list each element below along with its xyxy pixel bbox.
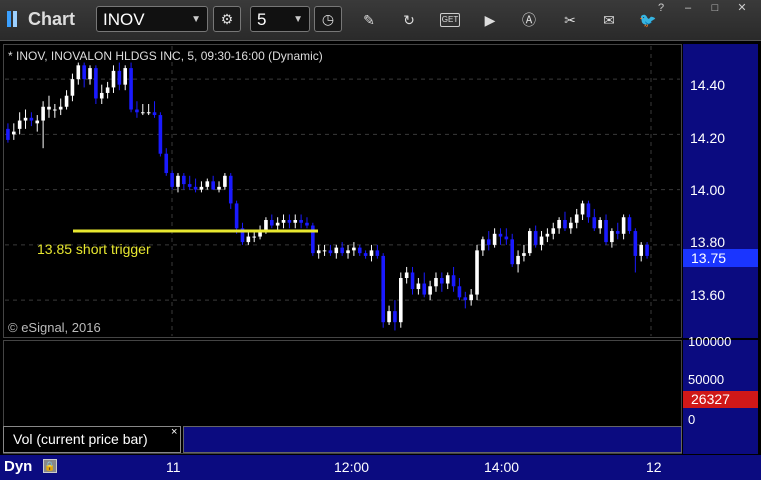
lock-icon[interactable]: 🔒 [43,459,57,473]
alert-icon[interactable]: Ⓐ [520,11,538,29]
maximize-button[interactable]: □ [708,2,722,14]
price-plot[interactable] [3,44,682,338]
close-button[interactable]: ✕ [735,2,749,14]
dynamic-mode-label[interactable]: Dyn [4,458,32,475]
settings-icon: ⚙ [220,11,234,27]
time-tick: 11 [166,459,181,475]
price-tick: 14.40 [690,77,726,93]
get-icon[interactable]: GET [440,13,460,27]
last-volume-label: 26327 [683,391,758,408]
trigger-annotation: 13.85 short trigger [37,241,151,257]
watermark: © eSignal, 2016 [8,320,101,335]
settings-button[interactable]: ⚙ [213,6,241,32]
chart-window: Chart INOV ▼ ⚙ 5 ▼ ◷ ✎ ↻ GET ▶ Ⓐ ✂ ✉ 🐦 ?… [0,0,761,480]
volume-study-bar [183,426,682,453]
play-icon[interactable]: ▶ [481,11,499,29]
interval-input[interactable]: 5 ▼ [250,6,310,32]
refresh-icon[interactable]: ↻ [400,11,418,29]
price-tick: 14.20 [690,130,726,146]
chevron-down-icon[interactable]: ▼ [191,7,201,33]
volume-study-label[interactable]: Vol (current price bar) [3,426,181,453]
pencil-icon[interactable]: ✎ [360,11,378,29]
volume-tick: 100000 [688,334,732,349]
chat-icon[interactable]: ✉ [600,11,618,29]
price-tick: 13.80 [690,234,726,250]
clock-button[interactable]: ◷ [314,6,342,32]
close-icon[interactable]: × [171,426,177,438]
minimize-button[interactable]: – [681,2,695,14]
symbol-input[interactable]: INOV ▼ [96,6,208,32]
help-button[interactable]: ? [654,2,668,14]
symbol-value: INOV [103,10,145,29]
volume-tick: 50000 [688,372,725,387]
interval-value: 5 [257,10,267,29]
price-tick: 14.00 [690,182,726,198]
time-tick: 14:00 [484,459,520,475]
time-tick: 12 [646,459,662,475]
toolbar: Chart INOV ▼ ⚙ 5 ▼ ◷ ✎ ↻ GET ▶ Ⓐ ✂ ✉ 🐦 ?… [0,0,761,41]
app-title: Chart [28,9,76,29]
tools-icon[interactable]: ✂ [561,11,579,29]
time-tick: 12:00 [334,459,370,475]
chart-header: * INOV, INOVALON HLDGS INC, 5, 09:30-16:… [8,49,323,63]
chart-logo-icon [7,11,17,27]
last-price-label: 13.75 [683,249,758,267]
chevron-down-icon[interactable]: ▼ [293,7,303,33]
volume-tick: 0 [688,412,696,427]
price-tick: 13.60 [690,287,726,303]
clock-icon: ◷ [321,11,335,27]
